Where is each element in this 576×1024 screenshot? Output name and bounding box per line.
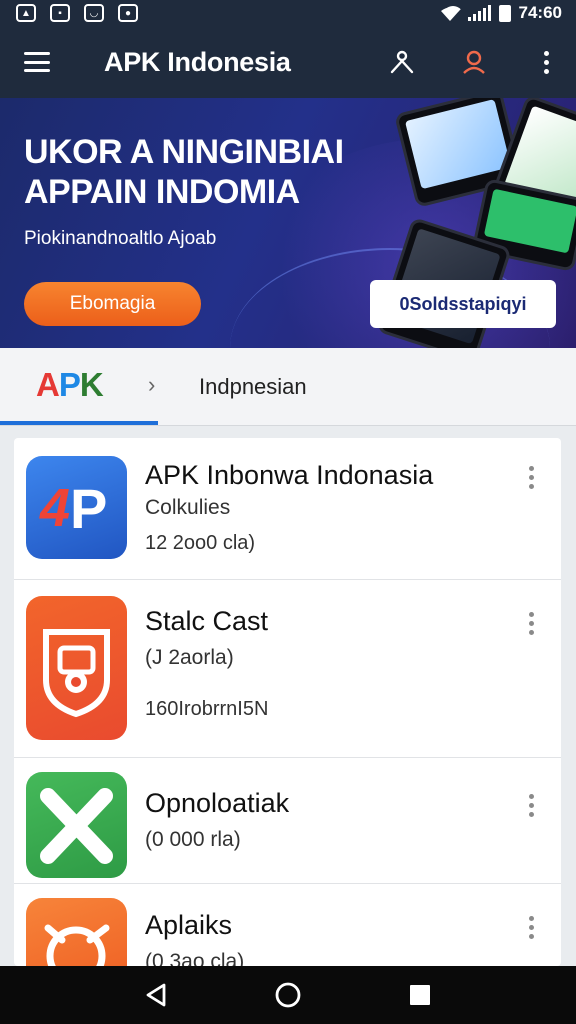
banner-headline: UKOR A NINGINBIAI APPAIN INDOMIA <box>24 132 344 212</box>
more-options-icon[interactable] <box>521 788 541 822</box>
shield-icon: ◡ <box>84 4 104 22</box>
app-title: Stalc Cast <box>145 606 269 636</box>
app-title: APK Inbonwa Indonasia <box>145 460 434 490</box>
banner-headline-line-2: APPAIN INDOMIA <box>24 173 300 211</box>
breadcrumb-chevron-icon: › <box>148 372 156 397</box>
logo-letter-a: A <box>36 366 60 403</box>
active-tab-indicator <box>0 421 158 425</box>
image-icon: ▲ <box>16 4 36 22</box>
apk-logo[interactable]: APK <box>36 366 104 404</box>
home-icon[interactable] <box>268 975 308 1015</box>
logo-letter-p: P <box>58 366 81 403</box>
sd-card-icon: ▪ <box>50 4 70 22</box>
status-time: 74:60 <box>518 3 562 22</box>
app-meta: 160IrobrrnI5N <box>145 698 269 720</box>
signal-icon <box>467 5 491 21</box>
lock-icon: ● <box>118 4 138 22</box>
list-item[interactable]: Aplaiks (0 3ao cla) <box>14 884 561 966</box>
wifi-icon <box>440 6 464 21</box>
battery-icon <box>498 4 511 22</box>
overflow-menu-icon[interactable] <box>532 48 560 76</box>
app-title: Aplaiks <box>145 910 233 940</box>
hamburger-menu-icon[interactable] <box>24 52 50 72</box>
x-tool-icon <box>26 772 127 878</box>
app-title: Opnoloatiak <box>145 788 290 818</box>
app-meta: 12 2oo0 cla) <box>145 532 256 554</box>
promo-banner[interactable]: UKOR A NINGINBIAI APPAIN INDOMIA Piokina… <box>0 98 576 348</box>
orange-app-icon <box>26 898 127 966</box>
apk-logo-icon: 4 P <box>26 456 127 559</box>
more-options-icon[interactable] <box>521 606 541 640</box>
app-subtitle: (0 3ao cla) <box>145 950 245 966</box>
shield-cast-icon <box>26 596 127 740</box>
app-bar: APK Indonesia <box>0 26 576 98</box>
back-icon[interactable] <box>136 975 176 1015</box>
status-bar: ▲ ▪ ◡ ● 74:60 <box>0 0 576 26</box>
account-icon[interactable] <box>460 48 488 76</box>
app-list: 4 P APK Inbonwa Indonasia Colkulies 12 2… <box>14 438 561 966</box>
system-nav-bar <box>0 966 576 1024</box>
profile-icon[interactable] <box>388 48 416 76</box>
app-subtitle: (J 2aorla) <box>145 646 234 669</box>
banner-headline-line-1: UKOR A NINGINBIAI <box>24 133 344 171</box>
banner-subtitle: Piokinandnoaltlo Ajoab <box>24 228 217 249</box>
list-item[interactable]: 4 P APK Inbonwa Indonasia Colkulies 12 2… <box>14 438 561 580</box>
logo-letter-k: K <box>79 366 104 403</box>
svg-text:4: 4 <box>39 478 70 538</box>
list-item[interactable]: Opnoloatiak (0 000 rla) <box>14 758 561 884</box>
banner-secondary-button[interactable]: 0Soldsstapiqyi <box>370 280 556 328</box>
app-title: APK Indonesia <box>104 46 291 77</box>
breadcrumb-current[interactable]: Indpnesian <box>199 374 307 400</box>
banner-primary-button[interactable]: Ebomagia <box>24 282 201 326</box>
more-options-icon[interactable] <box>521 460 541 494</box>
app-subtitle: (0 000 rla) <box>145 828 241 851</box>
app-subtitle: Colkulies <box>145 496 231 519</box>
breadcrumb: APK › Indpnesian <box>0 348 576 426</box>
svg-text:P: P <box>70 477 107 540</box>
list-item[interactable]: Stalc Cast (J 2aorla) 160IrobrrnI5N <box>14 580 561 758</box>
more-options-icon[interactable] <box>521 910 541 944</box>
recents-icon[interactable] <box>400 975 440 1015</box>
